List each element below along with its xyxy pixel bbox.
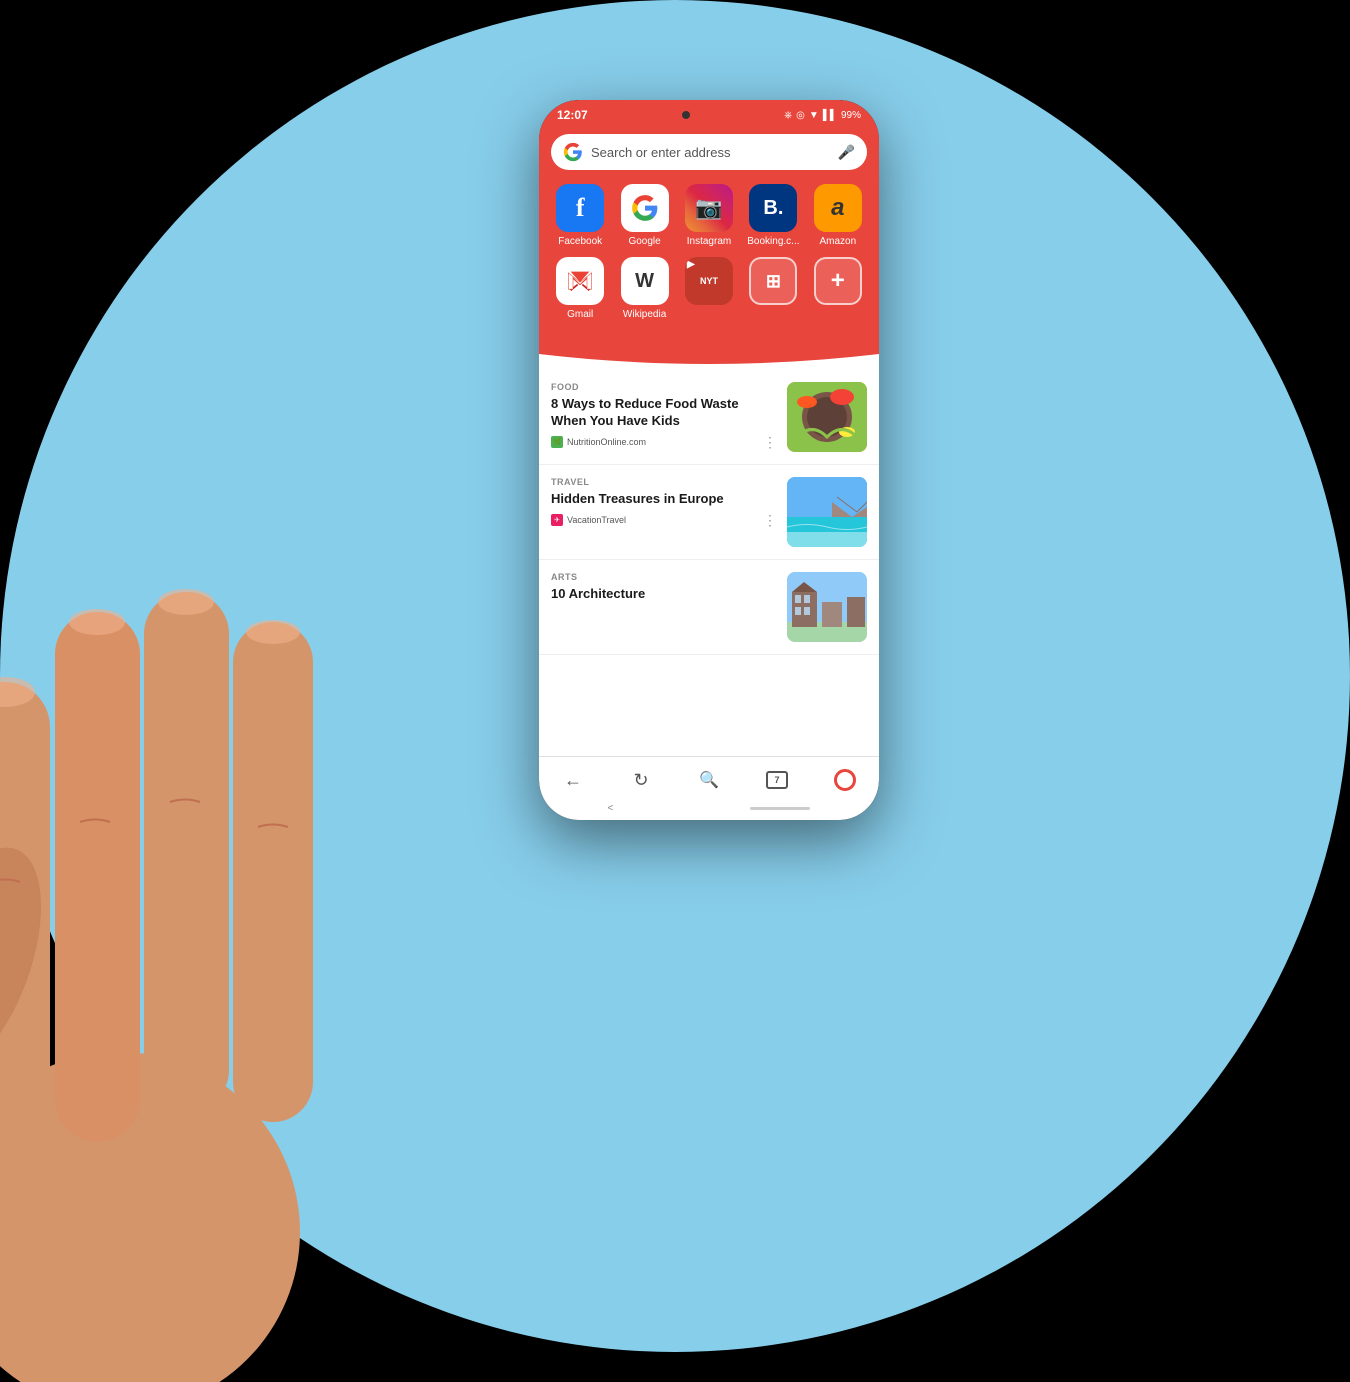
news-thumb-food [787,382,867,452]
tabs-count: 7 [774,775,779,785]
news-category-travel: TRAVEL [551,477,777,487]
search-bar[interactable]: Search or enter address 🎤 [551,134,867,170]
app-grid-row1: f Facebook [551,184,867,247]
status-time: 12:07 [557,108,588,122]
news-source-row-food: 🌿 NutritionOnline.com ⋮ [551,434,777,451]
nav-tabs-button[interactable]: 7 [757,765,797,795]
wikipedia-label: Wikipedia [623,309,666,320]
chevron-up-icon: < [608,803,614,814]
news-menu-travel[interactable]: ⋮ [763,512,777,529]
news-feed: FOOD 8 Ways to Reduce Food Waste When Yo… [539,370,879,756]
gmail-icon [556,257,604,305]
app-item-google[interactable]: Google [615,184,673,247]
instagram-icon: 📷 [685,184,733,232]
google-icon [621,184,669,232]
news-category-food: FOOD [551,382,777,392]
news-menu-food[interactable]: ⋮ [763,434,777,451]
add-icon: + [814,257,862,305]
news-source-travel: ✈ VacationTravel [551,514,626,526]
source-icon-travel: ✈ [551,514,563,526]
booking-icon: B. [749,184,797,232]
news-category-arts: ARTS [551,572,777,582]
background-circle: 12:07 ⎈ ◎ ▼ ▌▌ 99% [0,0,1350,1352]
bottom-nav: ← ↻ 🔍 7 [539,756,879,799]
app-item-gmail[interactable]: Gmail [551,257,609,320]
facebook-icon: f [556,184,604,232]
status-icons: ⎈ ◎ ▼ ▌▌ 99% [784,110,861,121]
app-item-amazon[interactable]: a Amazon [809,184,867,247]
news-title-arts: 10 Architecture [551,586,777,603]
refresh-icon: ↻ [633,770,648,791]
microphone-icon[interactable]: 🎤 [838,144,855,161]
tabs-count-badge: 7 [766,771,788,789]
app-item-instagram[interactable]: 📷 Instagram [680,184,738,247]
news-title-food: 8 Ways to Reduce Food Waste When You Hav… [551,396,777,430]
signal-icon: ▌▌ [823,110,837,121]
app-item-tab-manager[interactable]: ⊞ [744,257,802,320]
gmail-label: Gmail [567,309,593,320]
source-name-travel: VacationTravel [567,515,626,525]
app-grid-row2: Gmail W Wikipedia [551,257,867,320]
home-indicator: < [539,799,879,820]
app-item-facebook[interactable]: f Facebook [551,184,609,247]
app-item-news[interactable]: ▶ NYT [680,257,738,320]
news-content-food: FOOD 8 Ways to Reduce Food Waste When Yo… [551,382,777,451]
opera-logo-icon [834,769,856,791]
hand-illustration [0,482,400,1382]
news-content-travel: TRAVEL Hidden Treasures in Europe ✈ Vaca… [551,477,777,529]
google-label: Google [628,236,660,247]
browser-top-section: Search or enter address 🎤 f Facebook [539,126,879,370]
tab-manager-icon: ⊞ [749,257,797,305]
phone-device: 12:07 ⎈ ◎ ▼ ▌▌ 99% [539,100,879,820]
news-content-arts: ARTS 10 Architecture [551,572,777,603]
news-thumb-travel [787,477,867,547]
status-bar: 12:07 ⎈ ◎ ▼ ▌▌ 99% [539,100,879,126]
news-item-travel[interactable]: TRAVEL Hidden Treasures in Europe ✈ Vaca… [539,465,879,560]
wifi-icon: ▼ [809,110,819,121]
search-placeholder: Search or enter address [591,145,830,160]
news-title-travel: Hidden Treasures in Europe [551,491,777,508]
nav-back-button[interactable]: ← [553,765,593,795]
source-name-food: NutritionOnline.com [567,437,646,447]
app-item-add[interactable]: + [809,257,867,320]
facebook-label: Facebook [558,236,602,247]
wikipedia-icon: W [621,257,669,305]
nav-refresh-button[interactable]: ↻ [621,765,661,795]
source-icon-food: 🌿 [551,436,563,448]
news-item-food[interactable]: FOOD 8 Ways to Reduce Food Waste When Yo… [539,370,879,465]
amazon-icon: a [814,184,862,232]
amazon-label: Amazon [819,236,856,247]
nav-search-button[interactable]: 🔍 [689,765,729,795]
news-source-food: 🌿 NutritionOnline.com [551,436,646,448]
home-bar[interactable] [750,807,810,810]
news-item-arts[interactable]: ARTS 10 Architecture [539,560,879,655]
front-camera [682,111,690,119]
back-arrow-icon: ← [564,770,582,791]
bluetooth-icon: ⎈ [784,110,792,121]
nav-opera-button[interactable] [825,765,865,795]
search-icon: 🔍 [699,770,719,790]
battery-icon: 99% [841,110,861,121]
news-source-row-travel: ✈ VacationTravel ⋮ [551,512,777,529]
app-item-wikipedia[interactable]: W Wikipedia [615,257,673,320]
news-thumb-arts [787,572,867,642]
location-icon: ◎ [796,110,805,121]
booking-label: Booking.c... [747,236,799,247]
google-g-logo [563,142,583,162]
instagram-label: Instagram [687,236,731,247]
app-item-booking[interactable]: B. Booking.c... [744,184,802,247]
news-icon: ▶ NYT [685,257,733,305]
